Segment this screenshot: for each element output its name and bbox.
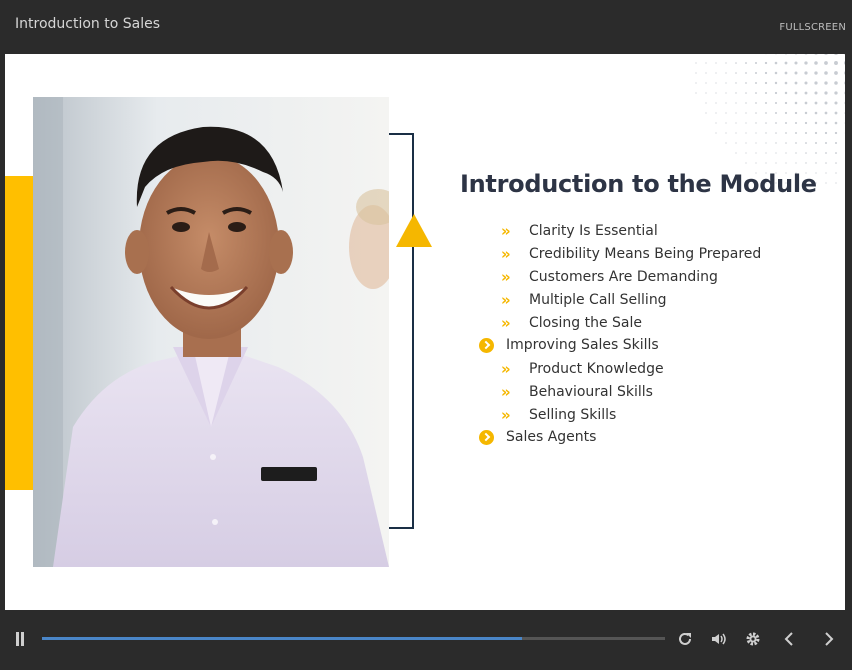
double-chevron-icon: » (501, 360, 511, 378)
outline-item: » Multiple Call Selling (501, 291, 667, 309)
presenter-photo (33, 97, 389, 567)
outline-item: » Customers Are Demanding (501, 268, 718, 286)
progress-fill (42, 637, 522, 640)
progress-bar[interactable] (42, 637, 665, 640)
outline-item: » Closing the Sale (501, 314, 642, 332)
outline-item-label: Credibility Means Being Prepared (529, 246, 762, 262)
double-chevron-icon: » (501, 245, 511, 263)
double-chevron-icon: » (501, 291, 511, 309)
fullscreen-button[interactable]: FULLSCREEN (779, 22, 846, 33)
outline-item: » Behavioural Skills (501, 383, 653, 401)
outline-item-label: Product Knowledge (529, 361, 664, 377)
next-icon[interactable] (820, 630, 838, 648)
outline-item-label: Clarity Is Essential (529, 223, 658, 239)
replay-icon[interactable] (676, 630, 694, 648)
circle-chevron-icon (479, 429, 494, 445)
bracket-decoration (389, 133, 414, 529)
outline-item: » Clarity Is Essential (501, 222, 658, 240)
outline-section: Improving Sales Skills (479, 337, 659, 353)
accent-bar (5, 176, 33, 490)
double-chevron-icon: » (501, 268, 511, 286)
player-controls (0, 610, 852, 670)
circle-chevron-icon (479, 337, 494, 353)
course-title: Introduction to Sales (15, 16, 160, 32)
double-chevron-icon: » (501, 406, 511, 424)
dot-pattern-decoration (695, 54, 845, 184)
volume-icon[interactable] (710, 630, 728, 648)
outline-section-label: Sales Agents (506, 429, 597, 445)
outline-item: » Product Knowledge (501, 360, 664, 378)
outline-item: » Selling Skills (501, 406, 616, 424)
outline-item: » Credibility Means Being Prepared (501, 245, 761, 263)
pause-icon[interactable] (14, 632, 26, 646)
top-bar: Introduction to Sales FULLSCREEN (0, 0, 852, 54)
outline-item-label: Selling Skills (529, 407, 617, 423)
outline-item-label: Customers Are Demanding (529, 269, 718, 285)
triangle-decoration (396, 214, 432, 247)
double-chevron-icon: » (501, 383, 511, 401)
double-chevron-icon: » (501, 222, 511, 240)
outline-item-label: Behavioural Skills (529, 384, 653, 400)
outline-section-label: Improving Sales Skills (506, 337, 659, 353)
prev-icon[interactable] (781, 630, 799, 648)
outline-item-label: Multiple Call Selling (529, 292, 667, 308)
outline-item-label: Closing the Sale (529, 315, 643, 331)
outline-section: Sales Agents (479, 429, 596, 445)
slide-title: Introduction to the Module (460, 170, 817, 198)
settings-icon[interactable] (744, 630, 762, 648)
double-chevron-icon: » (501, 314, 511, 332)
slide-canvas: Introduction to the Module » Clarity Is … (5, 54, 845, 610)
